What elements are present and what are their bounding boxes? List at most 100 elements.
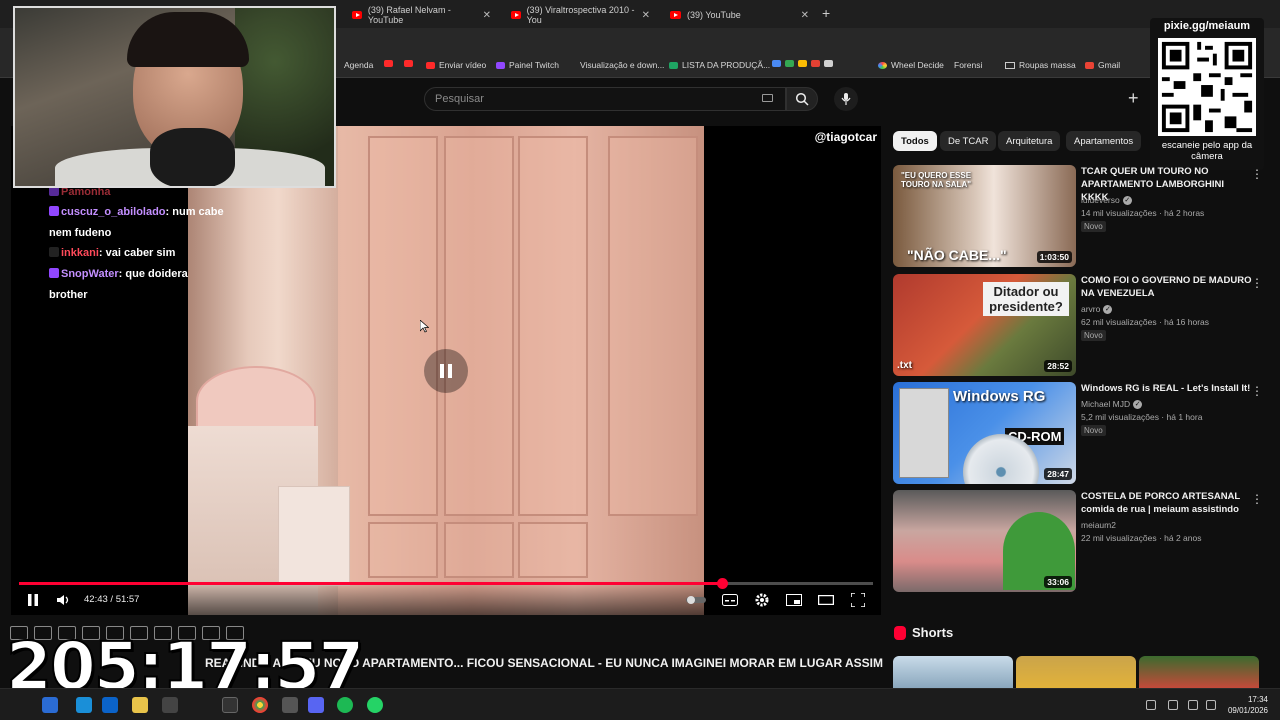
bookmark-agenda[interactable]: Agenda <box>344 60 373 70</box>
bookmark-icons-group[interactable] <box>772 60 833 67</box>
progress-bar[interactable] <box>19 578 873 589</box>
verified-icon: ✓ <box>1122 195 1132 205</box>
channel-name[interactable]: Michael MJD ✓ <box>1081 399 1143 409</box>
new-tab-button[interactable]: + <box>822 5 830 21</box>
pause-button[interactable] <box>25 592 41 608</box>
recommended-video[interactable]: Ditador ou presidente? .txt 28:52 COMO F… <box>893 274 1263 376</box>
qr-url: pixie.gg/meiaum <box>1163 20 1251 32</box>
drive-icon <box>785 60 794 67</box>
app-icon[interactable] <box>282 697 298 713</box>
close-tab-icon[interactable]: ✕ <box>483 10 491 21</box>
mouse-cursor-icon <box>420 320 429 333</box>
subtitles-button[interactable] <box>721 592 739 608</box>
app-icon[interactable] <box>102 697 118 713</box>
more-options-icon[interactable]: ⋮ <box>1251 384 1263 398</box>
wardrobe-drawer <box>368 522 438 578</box>
bookmark-roupas-massa[interactable]: Roupas massa <box>1005 60 1076 70</box>
bookmark-gmail[interactable]: Gmail <box>1085 60 1120 70</box>
create-button[interactable]: + <box>1128 88 1139 109</box>
video-title[interactable]: Windows RG is REAL - Let's Install It! <box>1081 382 1253 395</box>
network-icon[interactable] <box>1146 700 1156 710</box>
chip-apartamentos[interactable]: Apartamentos <box>1066 131 1142 151</box>
obs-icon[interactable] <box>222 697 238 713</box>
channel-name[interactable]: meiaum2 <box>1081 520 1116 530</box>
video-thumbnail[interactable]: Windows RG CD-ROM 28:47 <box>893 382 1076 484</box>
tab-label: (39) YouTube <box>687 10 741 20</box>
new-badge: Novo <box>1081 330 1106 341</box>
volume-icon[interactable] <box>1168 700 1178 710</box>
gear-icon <box>755 593 769 607</box>
close-tab-icon[interactable]: ✕ <box>801 10 809 21</box>
bookmark-lista-producao[interactable]: LISTA DA PRODUÇÃ... <box>669 60 770 70</box>
app-icon[interactable] <box>308 697 324 713</box>
more-options-icon[interactable]: ⋮ <box>1251 167 1263 181</box>
autoplay-icon <box>686 596 706 604</box>
browser-tab[interactable]: (39) Viraltrospectiva 2010 - You ✕ <box>503 4 658 26</box>
bookmark-visualizacao[interactable]: Visualização e down... <box>580 60 664 70</box>
browser-tab[interactable]: (39) YouTube ✕ <box>662 4 817 26</box>
search-button[interactable] <box>786 87 818 111</box>
chat-badge-icon <box>49 206 59 216</box>
keyboard-icon[interactable] <box>762 94 773 102</box>
video-thumbnail[interactable]: Ditador ou presidente? .txt 28:52 <box>893 274 1076 376</box>
chip-all[interactable]: Todos <box>893 131 937 151</box>
progress-scrubber[interactable] <box>716 578 728 589</box>
video-thumbnail[interactable]: 33:06 <box>893 490 1076 592</box>
file-explorer-icon[interactable] <box>132 697 148 713</box>
volume-button[interactable] <box>55 592 73 608</box>
chrome-icon[interactable] <box>252 697 268 713</box>
theater-mode-button[interactable] <box>817 592 835 608</box>
search-input[interactable]: Pesquisar <box>424 87 786 111</box>
recommended-video[interactable]: 33:06 COSTELA DE PORCO ARTESANAL comida … <box>893 490 1263 592</box>
fullscreen-button[interactable] <box>849 592 867 608</box>
more-options-icon[interactable]: ⋮ <box>1251 276 1263 290</box>
settings-button[interactable] <box>753 592 771 608</box>
video-thumbnail[interactable]: "EU QUERO ESSE TOURO NA SALA" "NÃO CABE.… <box>893 165 1076 267</box>
recommended-video[interactable]: Windows RG CD-ROM 28:47 Windows RG is RE… <box>893 382 1263 484</box>
pause-icon <box>440 364 452 378</box>
system-clock[interactable]: 17:34 09/01/2026 <box>1228 694 1268 716</box>
chat-message: inkkani: vai caber sim <box>49 247 175 259</box>
bookmark-wheel-decide[interactable]: Wheel Decide <box>878 60 944 70</box>
youtube-icon <box>404 60 413 67</box>
bookmark-icon-2[interactable] <box>404 60 413 67</box>
bookmark-painel-twitch[interactable]: Painel Twitch <box>496 60 559 70</box>
wardrobe-door <box>518 136 588 516</box>
close-tab-icon[interactable]: ✕ <box>642 10 650 21</box>
battery-icon[interactable] <box>1188 700 1198 710</box>
autoplay-toggle[interactable] <box>685 592 707 608</box>
short-thumbnail[interactable] <box>893 656 1013 688</box>
spotify-icon[interactable] <box>337 697 353 713</box>
more-options-icon[interactable]: ⋮ <box>1251 492 1263 506</box>
chat-message-continuation: brother <box>49 289 88 301</box>
video-title[interactable]: COMO FOI O GOVERNO DE MADURO NA VENEZUEL… <box>1081 274 1253 300</box>
bookmark-forensi[interactable]: Forensi <box>954 60 982 70</box>
video-meta: 22 mil visualizações · há 2 anos <box>1081 533 1202 543</box>
edge-icon[interactable] <box>76 697 92 713</box>
browser-tab[interactable]: (39) Rafael Nelvam - YouTube ✕ <box>344 4 499 26</box>
channel-name[interactable]: arvro ✓ <box>1081 304 1113 314</box>
new-badge: Novo <box>1081 425 1106 436</box>
short-thumbnail[interactable] <box>1016 656 1136 688</box>
chip-de-tcar[interactable]: De TCAR <box>940 131 997 151</box>
chip-arquitetura[interactable]: Arquitetura <box>998 131 1061 151</box>
shorts-icon <box>894 625 906 640</box>
short-thumbnail[interactable] <box>1139 656 1259 688</box>
whatsapp-icon[interactable] <box>367 697 383 713</box>
bookmark-icon-1[interactable] <box>384 60 393 67</box>
center-pause-button[interactable] <box>424 349 468 393</box>
start-menu-visual <box>899 388 949 478</box>
app-icon[interactable] <box>162 697 178 713</box>
speaker-icon[interactable] <box>1206 700 1216 710</box>
video-title[interactable]: COSTELA DE PORCO ARTESANAL comida de rua… <box>1081 490 1253 516</box>
bookmark-enviar-video[interactable]: Enviar vídeo <box>426 60 486 70</box>
controls-gradient <box>11 581 881 615</box>
microphone-icon <box>841 93 851 105</box>
voice-search-button[interactable] <box>834 87 858 111</box>
time-display: 42:43 / 51:57 <box>84 594 140 605</box>
windows-start-icon[interactable] <box>42 697 58 713</box>
channel-name[interactable]: luideverso ✓ <box>1081 195 1132 205</box>
windows-taskbar: 17:34 09/01/2026 <box>0 688 1280 720</box>
miniplayer-button[interactable] <box>785 592 803 608</box>
recommended-video[interactable]: "EU QUERO ESSE TOURO NA SALA" "NÃO CABE.… <box>893 165 1263 267</box>
